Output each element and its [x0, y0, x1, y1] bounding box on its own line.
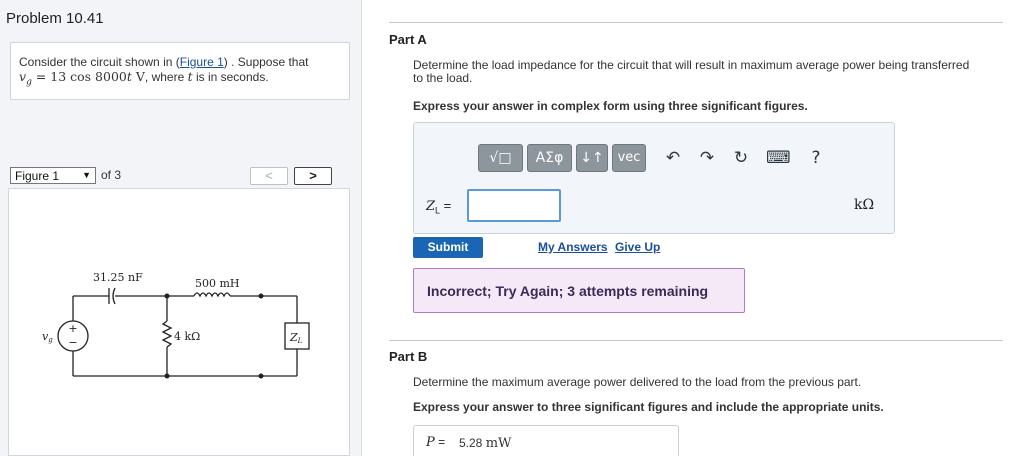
source-equation: vg = 13 cos 8000t V — [19, 69, 145, 88]
reset-icon[interactable]: ↻ — [729, 147, 753, 169]
capacitor-label: 31.25 nF — [93, 271, 143, 284]
problem-text-2: ) . Suppose that — [223, 55, 309, 69]
figure-toolbar: Figure 1 ▼ of 3 < > — [8, 164, 350, 188]
part-a-instruction: Express your answer in complex form usin… — [413, 99, 808, 113]
minus-sign: − — [68, 336, 77, 349]
divider — [389, 22, 1003, 23]
problem-text-4: is in seconds. — [192, 70, 269, 84]
part-b-question: Determine the maximum average power deli… — [413, 375, 862, 389]
templates-button[interactable]: √□ — [478, 144, 523, 172]
feedback-message: Incorrect; Try Again; 3 attempts remaini… — [413, 268, 745, 313]
keyboard-icon[interactable]: ⌨ — [766, 147, 791, 169]
part-a-question: Determine the load impedance for the cir… — [413, 58, 970, 85]
my-answers-link[interactable]: My Answers — [538, 240, 608, 254]
sort-button[interactable]: ↓↑ — [576, 144, 608, 172]
greek-symbols-button[interactable]: AΣφ — [527, 144, 572, 172]
give-up-link[interactable]: Give Up — [615, 240, 660, 254]
answer-panel: √□ AΣφ ↓↑ vec ↶ ↷ ↻ ⌨ ? ZL = kΩ — [413, 122, 895, 234]
resistor-label: 4 kΩ — [174, 330, 200, 343]
figure-area: + − 31.25 nF 500 mH 4 kΩ ZL vg — [8, 188, 350, 456]
problem-title: Problem 10.41 — [6, 10, 104, 27]
problem-panel: Problem 10.41 Consider the circuit shown… — [0, 0, 362, 456]
help-icon[interactable]: ? — [804, 147, 828, 169]
chevron-down-icon: ▼ — [82, 170, 91, 180]
part-b-instruction: Express your answer to three significant… — [413, 400, 884, 414]
figure-count: of 3 — [101, 168, 122, 182]
power-value: 5.28 mW — [459, 436, 512, 451]
input-label: ZL = — [426, 198, 452, 216]
figure-select[interactable]: Figure 1 ▼ — [10, 167, 96, 184]
vector-button[interactable]: vec — [612, 144, 646, 172]
undo-icon[interactable]: ↶ — [661, 147, 685, 169]
redo-icon[interactable]: ↷ — [695, 147, 719, 169]
submit-button[interactable]: Submit — [413, 237, 483, 258]
source-label: vg — [42, 330, 53, 344]
unit-label: kΩ — [854, 197, 875, 213]
load-label: ZL — [289, 331, 303, 345]
part-a-title: Part A — [389, 32, 427, 47]
problem-text: Consider the circuit shown in ( — [19, 55, 180, 69]
inductor-label: 500 mH — [195, 277, 240, 290]
power-label: P = — [426, 435, 446, 450]
circuit-diagram: + − 31.25 nF 500 mH 4 kΩ ZL vg — [42, 271, 310, 379]
plus-sign: + — [68, 322, 77, 335]
divider — [389, 340, 1003, 341]
prev-figure-button[interactable]: < — [250, 167, 288, 185]
problem-statement: Consider the circuit shown in (Figure 1)… — [10, 42, 350, 100]
power-answer-box[interactable]: P = 5.28 mW — [413, 425, 679, 456]
impedance-input[interactable] — [467, 189, 561, 222]
part-b-title: Part B — [389, 349, 428, 364]
next-figure-button[interactable]: > — [294, 167, 332, 185]
figure-link[interactable]: Figure 1 — [180, 55, 224, 69]
problem-text-3: , where — [144, 70, 188, 84]
